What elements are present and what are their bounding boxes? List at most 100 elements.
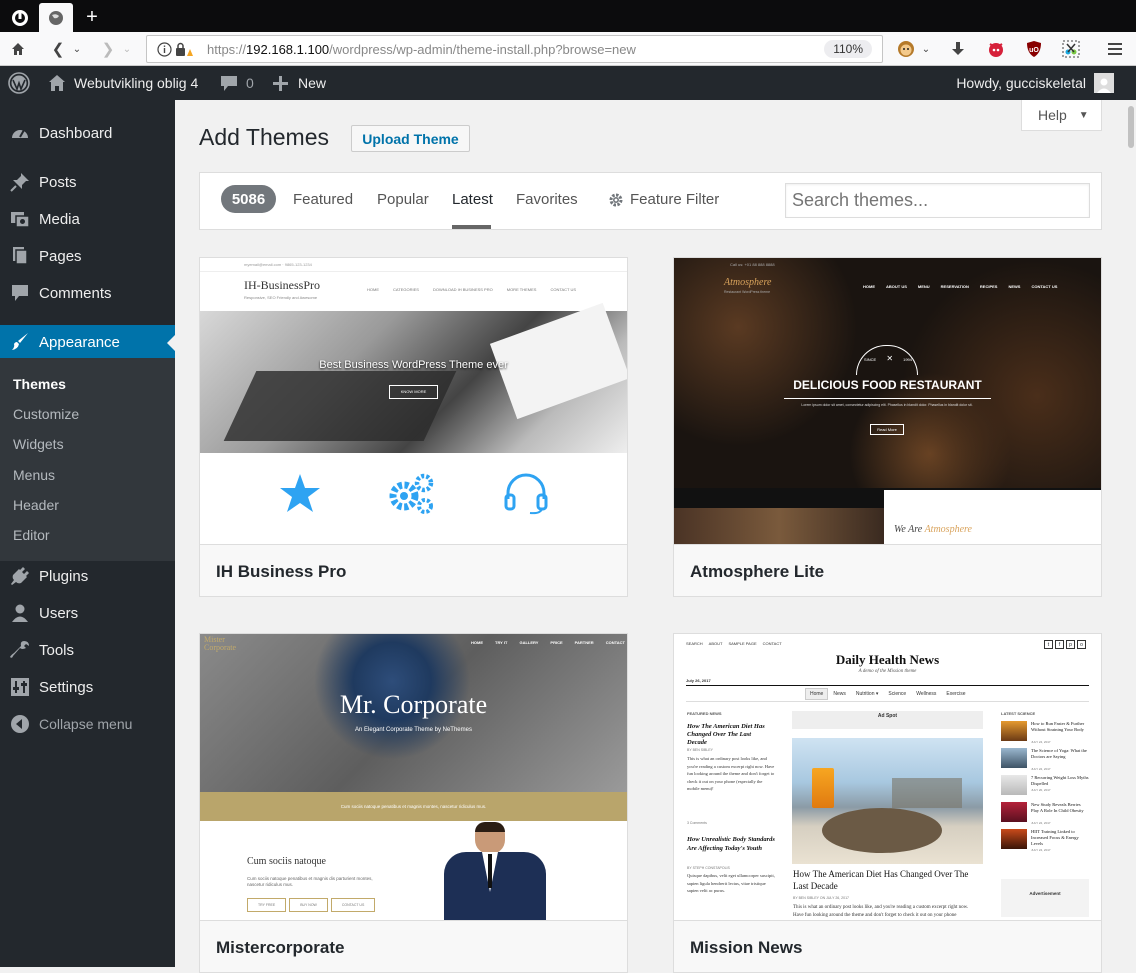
collapse-menu-button[interactable]: Collapse menu <box>0 707 175 741</box>
tab-popular[interactable]: Popular <box>377 191 429 208</box>
back-history-button[interactable]: ⌄ <box>66 32 88 66</box>
submenu-item-editor[interactable]: Editor <box>13 527 50 543</box>
comment-bubble-icon <box>9 282 31 304</box>
shot-menu-item: TRY IT <box>495 640 508 645</box>
home-button[interactable] <box>4 32 32 66</box>
wp-logo-menu[interactable] <box>8 66 30 100</box>
theme-screenshot[interactable]: Mister Corporate HOME TRY IT GALLERY PRIC… <box>200 634 627 920</box>
sidebar-item-posts[interactable]: Posts <box>0 165 175 199</box>
sidebar-item-dashboard[interactable]: Dashboard <box>0 116 175 150</box>
extension-red[interactable] <box>986 39 1006 59</box>
active-tab[interactable] <box>39 3 73 32</box>
theme-screenshot[interactable]: myemail@email.com · 9865-123-1234 IH-Bus… <box>200 258 627 544</box>
extension-screenshot[interactable] <box>1061 39 1081 59</box>
shot-center-by: BY BEN SIBLEY ON JULY 26, 2017 <box>793 896 849 900</box>
shot-footer-text: We Are Atmosphere <box>894 524 972 535</box>
forward-history-button[interactable]: ⌄ <box>116 32 138 66</box>
page-scrollbar[interactable] <box>1126 100 1136 967</box>
pinned-tab[interactable] <box>3 3 36 32</box>
shot-center-title: How The American Diet Has Changed Over T… <box>793 869 969 891</box>
sidebar-item-label: Posts <box>39 173 77 191</box>
shot-menu-item: MENU <box>917 284 930 289</box>
theme-card-atmosphere-lite[interactable]: Call us: +01 88 888 8888 Atmosphere Rest… <box>673 257 1102 597</box>
shot-hero-sub: Lorem ipsum dolor sit amet, consectetur … <box>801 403 973 407</box>
tab-latest[interactable]: Latest <box>452 191 493 208</box>
extension-menu-button[interactable]: ⌄ <box>919 39 933 59</box>
scrollbar-thumb[interactable] <box>1128 106 1134 148</box>
browser-toolbar: ❮ ⌄ ❯ ⌄ https://192.168.1.100/wordpress/… <box>0 32 1136 66</box>
shot-article-by: BY STEPH CONSTAPOLIS <box>687 866 730 870</box>
paintbrush-icon <box>9 331 31 353</box>
theme-name: Mission News <box>674 920 1101 972</box>
shot-hero-button: KNOW MORE <box>389 385 438 399</box>
ublock-shield-icon: uO <box>1027 41 1041 57</box>
theme-card-mistercorporate[interactable]: Mister Corporate HOME TRY IT GALLERY PRIC… <box>199 633 628 973</box>
help-tab-button[interactable]: Help ▼ <box>1021 100 1102 131</box>
url-bar[interactable]: https://192.168.1.100/wordpress/wp-admin… <box>146 35 883 63</box>
shot-nav-item: News <box>833 691 846 697</box>
chevron-down-icon: ⌄ <box>72 43 82 55</box>
upload-theme-button[interactable]: Upload Theme <box>351 125 470 152</box>
tab-favorites[interactable]: Favorites <box>516 191 578 208</box>
url-text: https://192.168.1.100/wordpress/wp-admin… <box>207 42 636 57</box>
my-account-menu[interactable]: Howdy, gucciskeletal <box>956 66 1114 100</box>
extension-greasemonkey[interactable] <box>896 39 916 59</box>
forward-arrow-icon: ❯ <box>101 41 115 58</box>
theme-card-mission-news[interactable]: SEARCH ABOUT SAMPLE PAGE CONTACT t f p o… <box>673 633 1102 973</box>
chevron-down-icon: ⌄ <box>921 43 931 55</box>
new-content-menu[interactable]: New <box>273 66 326 100</box>
shot-article-title: How Unrealistic Body Standards Are Affec… <box>687 836 775 852</box>
shot-menu-item: CONTACT <box>605 640 625 645</box>
info-icon[interactable] <box>157 42 172 57</box>
sidebar-item-users[interactable]: Users <box>0 596 175 630</box>
sidebar-item-comments[interactable]: Comments <box>0 276 175 310</box>
hamburger-menu-button[interactable] <box>1105 39 1125 59</box>
search-themes-input[interactable] <box>785 183 1090 218</box>
shot-logo: Mister Corporate <box>204 636 236 652</box>
shot-nav-item: Home <box>805 688 829 700</box>
shot-latest-thumb <box>1001 802 1027 822</box>
shot-menu-item: GALLERY <box>519 640 539 645</box>
sidebar-item-media[interactable]: Media <box>0 202 175 236</box>
submenu-item-widgets[interactable]: Widgets <box>13 436 64 452</box>
comments-menu[interactable]: 0 <box>220 66 254 100</box>
shot-latest-title: HIIT Training Linked to Increased Focus … <box>1031 829 1079 846</box>
shot-logo-line2: Corporate <box>204 643 236 652</box>
shot-featured-image <box>792 738 983 864</box>
sidebar-item-plugins[interactable]: Plugins <box>0 559 175 593</box>
shot-top-link: ABOUT <box>708 641 723 646</box>
theme-card-ih-business-pro[interactable]: myemail@email.com · 9865-123-1234 IH-Bus… <box>199 257 628 597</box>
hamburger-icon <box>1108 43 1122 55</box>
shot-latest-thumb <box>1001 721 1027 741</box>
sidebar-item-settings[interactable]: Settings <box>0 670 175 704</box>
theme-screenshot[interactable]: Call us: +01 88 888 8888 Atmosphere Rest… <box>674 258 1101 544</box>
shot-hero-sub: An Elegant Corporate Theme by NeThemes <box>355 727 472 733</box>
shot-menu: HOME ABOUT US MENU RESERVATION RECIPES N… <box>863 284 1057 289</box>
sidebar-item-pages[interactable]: Pages <box>0 239 175 273</box>
wp-admin-bar: Webutvikling oblig 4 0 New Howdy, guccis… <box>0 66 1136 100</box>
submenu-item-header[interactable]: Header <box>13 497 59 513</box>
plug-icon <box>9 565 31 587</box>
shot-footer-panel <box>884 490 1101 544</box>
dashboard-gauge-icon <box>9 122 31 144</box>
sidebar-item-appearance[interactable]: Appearance <box>0 325 175 359</box>
shot-restaurant-image <box>674 508 884 544</box>
submenu-item-menus[interactable]: Menus <box>13 467 55 483</box>
shot-menu-item: HOME <box>863 284 875 289</box>
ublock-icon <box>11 9 28 26</box>
theme-screenshot[interactable]: SEARCH ABOUT SAMPLE PAGE CONTACT t f p o… <box>674 634 1101 920</box>
new-tab-button[interactable]: + <box>78 3 106 32</box>
shot-top-link: SEARCH <box>686 641 703 646</box>
submenu-item-customize[interactable]: Customize <box>13 406 79 422</box>
zoom-indicator[interactable]: 110% <box>824 40 872 58</box>
shot-nav-item: Exercise <box>946 691 966 697</box>
insecure-lock-icon[interactable] <box>175 42 193 57</box>
site-name-menu[interactable]: Webutvikling oblig 4 <box>48 66 198 100</box>
feature-filter-button[interactable]: Feature Filter <box>608 191 719 208</box>
shot-tagline: A demo of the Mission theme <box>858 669 917 674</box>
tab-featured[interactable]: Featured <box>293 191 353 208</box>
extension-ublock[interactable]: uO <box>1024 39 1044 59</box>
submenu-item-themes[interactable]: Themes <box>13 376 66 392</box>
downloads-button[interactable] <box>948 39 968 59</box>
sidebar-item-tools[interactable]: Tools <box>0 633 175 667</box>
